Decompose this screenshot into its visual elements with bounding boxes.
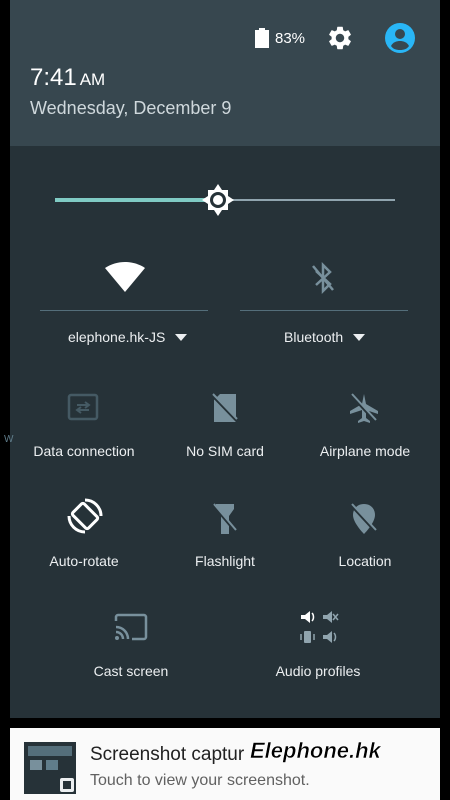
notification-subtitle: Touch to view your screenshot. [90,772,310,789]
tile-label-airplane-mode: Airplane mode [319,443,411,459]
screenshot-preview-icon [24,742,76,794]
edge-letter: W [4,434,14,445]
tile-label-audio-profiles: Audio profiles [275,663,361,679]
cast-icon[interactable] [114,613,148,641]
no-sim-icon[interactable] [212,393,238,423]
bluetooth-divider [240,310,408,311]
date: Wednesday, December 9 [30,98,232,118]
clock: 7:41 AM [30,64,105,92]
tile-label-data-connection: Data connection [33,443,135,459]
tile-label-flashlight: Flashlight [195,553,255,569]
chevron-down-icon [175,333,188,341]
status-bar: 83% [10,22,440,54]
airplane-off-icon[interactable] [348,392,380,424]
tile-label-no-sim: No SIM card [186,443,264,459]
bluetooth-label: Bluetooth [284,329,344,345]
notification-title: Screenshot captur [90,744,245,765]
wifi-ssid-label: elephone.hk-JS [68,329,166,345]
auto-rotate-icon[interactable] [66,497,104,535]
data-connection-icon[interactable] [67,393,99,421]
watermark: Elephone.hk [250,738,381,764]
gear-icon[interactable] [326,24,354,52]
tile-label-location: Location [338,553,392,569]
bluetooth-off-icon[interactable] [310,262,336,294]
chevron-down-icon [353,333,366,341]
tile-label-auto-rotate: Auto-rotate [49,553,119,569]
notification-header: 83% 7:41 AM Wednesday, December 9 [10,0,440,146]
battery-percent: 83% [275,30,306,47]
wifi-icon[interactable] [104,262,146,294]
clock-time: 7:41 [30,64,77,91]
flashlight-off-icon[interactable] [212,503,238,535]
tile-label-cast-screen: Cast screen [93,663,169,679]
brightness-slider[interactable] [55,182,395,218]
location-off-icon[interactable] [351,503,377,535]
account-circle-icon[interactable] [384,22,416,54]
audio-profiles-icon[interactable] [299,608,339,646]
screenshot-thumbnail [24,742,76,794]
brightness-track-fill [55,198,218,202]
clock-ampm: AM [79,70,106,89]
bluetooth-dropdown[interactable]: Bluetooth [284,329,366,345]
wifi-ssid-dropdown[interactable]: elephone.hk-JS [68,329,188,345]
battery-icon [255,28,269,48]
brightness-icon[interactable] [200,182,236,218]
wifi-divider [40,310,208,311]
